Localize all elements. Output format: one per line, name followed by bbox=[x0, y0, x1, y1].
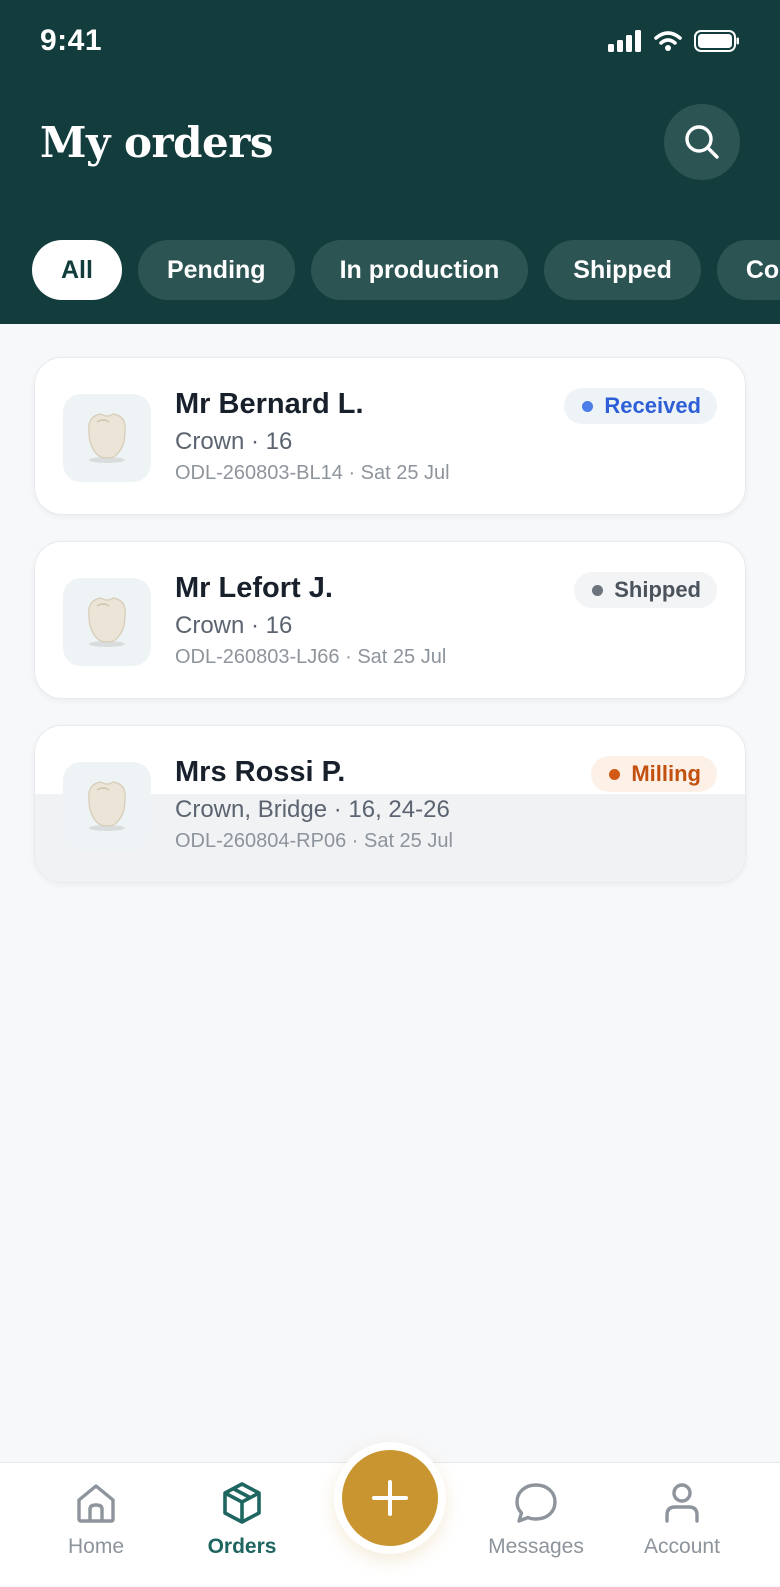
status-badge: Received bbox=[564, 388, 717, 424]
tab-messages[interactable]: Messages bbox=[466, 1463, 606, 1587]
tab-account[interactable]: Account bbox=[612, 1463, 752, 1587]
order-restoration-type: Crown · 16 bbox=[175, 428, 293, 455]
status-badge: Shipped bbox=[574, 572, 717, 608]
search-button[interactable] bbox=[664, 104, 740, 180]
filter-chip-all[interactable]: All bbox=[32, 240, 122, 300]
tab-orders-label: Orders bbox=[207, 1535, 277, 1558]
order-reference: ODL-260804-RP06 · Sat 25 Jul bbox=[175, 830, 453, 852]
orders-list: Mr Bernard L. Crown · 16 ODL-260803-BL14… bbox=[34, 357, 746, 909]
order-card[interactable]: Mrs Rossi P. Crown, Bridge · 16, 24-26 O… bbox=[34, 725, 746, 883]
chat-bubble-icon bbox=[515, 1483, 557, 1523]
tooth-crown-icon bbox=[88, 597, 126, 647]
order-reference: ODL-260803-BL14 · Sat 25 Jul bbox=[175, 462, 450, 484]
order-reference: ODL-260803-LJ66 · Sat 25 Jul bbox=[175, 646, 447, 668]
status-icons bbox=[608, 30, 740, 52]
home-icon bbox=[77, 1484, 115, 1523]
filter-chip-in-production[interactable]: In production bbox=[310, 240, 529, 300]
order-card[interactable]: Mr Bernard L. Crown · 16 ODL-260803-BL14… bbox=[34, 357, 746, 515]
tab-account-label: Account bbox=[644, 1535, 720, 1558]
tab-home[interactable]: Home bbox=[26, 1463, 166, 1587]
package-icon bbox=[223, 1482, 261, 1524]
tooth-crown-icon bbox=[88, 413, 126, 463]
order-patient-name: Mr Bernard L. bbox=[175, 388, 364, 420]
status-label: Milling bbox=[631, 761, 701, 786]
new-order-button[interactable] bbox=[342, 1450, 438, 1546]
signal-icon bbox=[608, 30, 641, 52]
wifi-icon bbox=[654, 31, 682, 51]
crown-thumbnail bbox=[63, 394, 151, 482]
tab-messages-label: Messages bbox=[488, 1535, 584, 1558]
tooth-crown-icon bbox=[88, 781, 126, 831]
filter-chip-completed[interactable]: Co bbox=[716, 240, 780, 300]
status-dot bbox=[592, 585, 604, 596]
page-title: My orders bbox=[40, 118, 274, 167]
order-restoration-type: Crown · 16 bbox=[175, 612, 293, 639]
order-patient-name: Mrs Rossi P. bbox=[175, 756, 346, 788]
status-bar: 9:41 bbox=[0, 0, 780, 84]
order-restoration-type: Crown, Bridge · 16, 24-26 bbox=[175, 796, 450, 823]
user-icon bbox=[665, 1483, 699, 1523]
status-label: Shipped bbox=[614, 577, 701, 602]
filter-chips: All Pending In production Shipped Co bbox=[32, 240, 780, 300]
app-header: 9:41 My orders All Pending In production… bbox=[0, 0, 780, 324]
plus-icon bbox=[372, 1480, 408, 1516]
filter-chip-shipped[interactable]: Shipped bbox=[544, 240, 701, 300]
status-dot bbox=[609, 769, 621, 780]
filter-chip-pending[interactable]: Pending bbox=[137, 240, 295, 300]
status-badge: Milling bbox=[591, 756, 717, 792]
tab-home-label: Home bbox=[67, 1535, 125, 1558]
search-icon bbox=[685, 125, 719, 159]
order-card[interactable]: Mr Lefort J. Crown · 16 ODL-260803-LJ66 … bbox=[34, 541, 746, 699]
crown-thumbnail bbox=[63, 578, 151, 666]
order-patient-name: Mr Lefort J. bbox=[175, 572, 333, 604]
crown-thumbnail bbox=[63, 762, 151, 850]
tab-orders[interactable]: Orders bbox=[172, 1463, 312, 1587]
status-label: Received bbox=[604, 393, 701, 418]
status-dot bbox=[582, 401, 594, 412]
status-time: 9:41 bbox=[40, 24, 103, 57]
battery-icon bbox=[694, 30, 739, 52]
